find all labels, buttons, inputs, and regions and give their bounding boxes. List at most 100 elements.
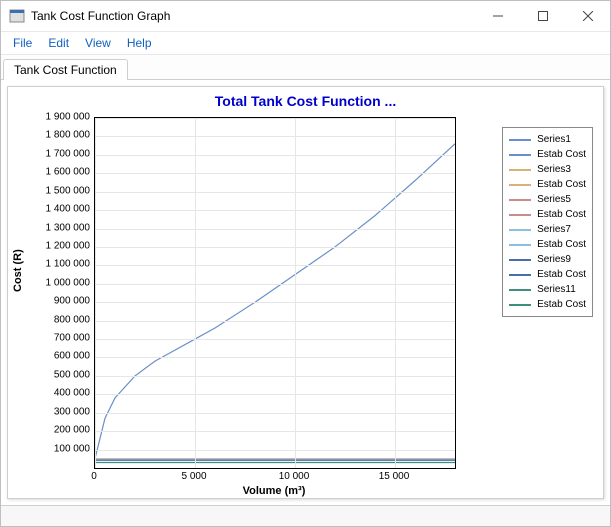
tab-tank-cost-function[interactable]: Tank Cost Function — [3, 59, 128, 80]
legend-label: Series9 — [537, 254, 571, 265]
legend-swatch — [509, 244, 531, 246]
x-tick-label: 10 000 — [279, 471, 310, 482]
titlebar: Tank Cost Function Graph — [1, 1, 610, 32]
grid-line-y — [95, 247, 455, 248]
grid-line-y — [95, 321, 455, 322]
chart-legend: Series1 Estab Cost Series3 Estab Cost Series… — [502, 127, 593, 317]
grid-line-y — [95, 339, 455, 340]
y-tick-label: 400 000 — [34, 388, 90, 399]
x-tick-label: 5 000 — [181, 471, 206, 482]
chart-panel: Total Tank Cost Function ... Cost (R) Vo… — [7, 86, 604, 499]
legend-item: Series3 — [509, 162, 586, 177]
legend-swatch — [509, 274, 531, 276]
y-tick-label: 1 800 000 — [34, 130, 90, 141]
grid-line-y — [95, 210, 455, 211]
y-tick-label: 1 200 000 — [34, 240, 90, 251]
legend-item: Series1 — [509, 132, 586, 147]
legend-item: Estab Cost — [509, 237, 586, 252]
grid-line-y — [95, 376, 455, 377]
grid-line-y — [95, 155, 455, 156]
grid-line-y — [95, 173, 455, 174]
grid-line-y — [95, 118, 455, 119]
legend-swatch — [509, 199, 531, 201]
grid-line-y — [95, 357, 455, 358]
y-tick-label: 1 700 000 — [34, 148, 90, 159]
y-tick-label: 800 000 — [34, 314, 90, 325]
tabstrip: Tank Cost Function — [1, 55, 610, 80]
legend-item: Series7 — [509, 222, 586, 237]
legend-item: Estab Cost — [509, 267, 586, 282]
legend-swatch — [509, 229, 531, 231]
grid-line-y — [95, 450, 455, 451]
y-tick-label: 100 000 — [34, 443, 90, 454]
menu-file[interactable]: File — [5, 34, 40, 52]
y-tick-label: 500 000 — [34, 369, 90, 380]
close-button[interactable] — [565, 1, 610, 31]
legend-swatch — [509, 289, 531, 291]
legend-item: Estab Cost — [509, 177, 586, 192]
chart-svg — [95, 118, 455, 468]
grid-line-x — [195, 118, 196, 468]
y-tick-label: 1 400 000 — [34, 204, 90, 215]
content-area: Total Tank Cost Function ... Cost (R) Vo… — [1, 80, 610, 505]
grid-line-x — [295, 118, 296, 468]
y-tick-label: 1 600 000 — [34, 167, 90, 178]
y-axis-label: Cost (R) — [12, 249, 24, 292]
maximize-button[interactable] — [520, 1, 565, 31]
legend-label: Series3 — [537, 164, 571, 175]
legend-item: Series5 — [509, 192, 586, 207]
minimize-button[interactable] — [475, 1, 520, 31]
grid-line-y — [95, 431, 455, 432]
grid-line-y — [95, 302, 455, 303]
grid-line-y — [95, 394, 455, 395]
app-window: Tank Cost Function Graph File Edit View … — [0, 0, 611, 527]
grid-line-x — [395, 118, 396, 468]
legend-swatch — [509, 304, 531, 306]
grid-line-y — [95, 413, 455, 414]
legend-item: Estab Cost — [509, 207, 586, 222]
statusbar — [1, 505, 610, 526]
y-tick-label: 200 000 — [34, 425, 90, 436]
menu-edit[interactable]: Edit — [40, 34, 77, 52]
y-tick-label: 900 000 — [34, 296, 90, 307]
legend-swatch — [509, 139, 531, 141]
legend-swatch — [509, 169, 531, 171]
y-tick-label: 300 000 — [34, 406, 90, 417]
legend-label: Series5 — [537, 194, 571, 205]
legend-swatch — [509, 259, 531, 261]
grid-line-y — [95, 229, 455, 230]
app-icon — [9, 8, 25, 24]
legend-label: Estab Cost — [537, 299, 586, 310]
x-axis-label: Volume (m³) — [94, 485, 454, 497]
window-title: Tank Cost Function Graph — [31, 9, 170, 23]
menu-help[interactable]: Help — [119, 34, 160, 52]
legend-label: Estab Cost — [537, 179, 586, 190]
legend-label: Estab Cost — [537, 239, 586, 250]
legend-label: Series11 — [537, 284, 576, 295]
y-tick-label: 600 000 — [34, 351, 90, 362]
x-tick-label: 15 000 — [379, 471, 410, 482]
grid-line-y — [95, 284, 455, 285]
legend-label: Estab Cost — [537, 149, 586, 160]
y-tick-label: 1 500 000 — [34, 185, 90, 196]
y-tick-label: 1 300 000 — [34, 222, 90, 233]
legend-item: Series11 — [509, 282, 586, 297]
x-tick-label: 0 — [91, 471, 97, 482]
legend-label: Series1 — [537, 134, 571, 145]
y-tick-label: 1 000 000 — [34, 277, 90, 288]
plot-area — [94, 117, 456, 469]
y-tick-label: 700 000 — [34, 333, 90, 344]
legend-label: Series7 — [537, 224, 571, 235]
legend-label: Estab Cost — [537, 209, 586, 220]
legend-swatch — [509, 214, 531, 216]
grid-line-y — [95, 192, 455, 193]
legend-item: Series9 — [509, 252, 586, 267]
grid-line-x — [95, 118, 96, 468]
grid-line-y — [95, 265, 455, 266]
legend-item: Estab Cost — [509, 297, 586, 312]
menubar: File Edit View Help — [1, 32, 610, 55]
menu-view[interactable]: View — [77, 34, 119, 52]
chart-title: Total Tank Cost Function ... — [8, 93, 603, 109]
y-tick-label: 1 900 000 — [34, 112, 90, 123]
grid-line-y — [95, 136, 455, 137]
